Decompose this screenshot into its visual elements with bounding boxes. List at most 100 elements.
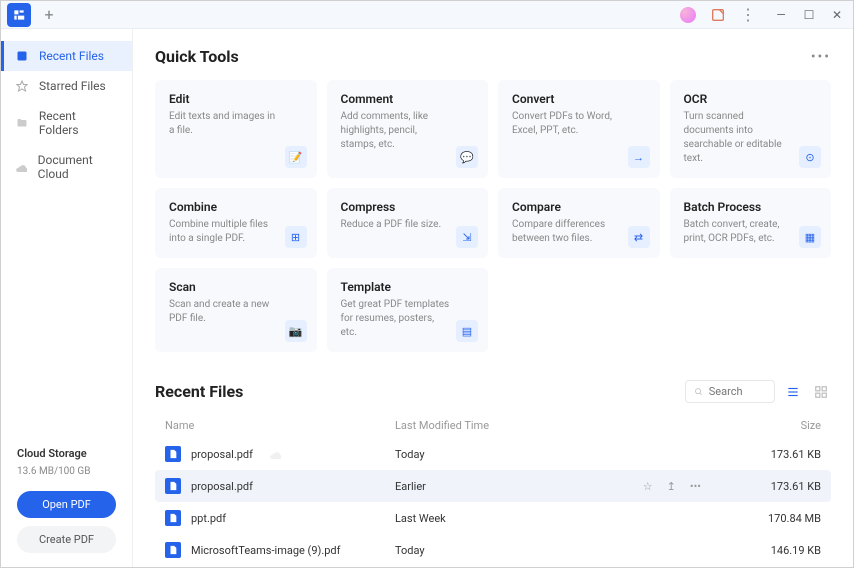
app-logo (7, 3, 31, 27)
file-row[interactable]: proposal.pdf Today 173.61 KB (155, 438, 831, 470)
more-action-icon[interactable]: ••• (690, 480, 701, 493)
cloud-sync-icon (269, 448, 281, 460)
tool-convert[interactable]: Convert Convert PDFs to Word, Excel, PPT… (498, 80, 660, 178)
star-icon (15, 79, 29, 93)
tool-desc: Edit texts and images in a file. (169, 110, 303, 138)
tool-desc: Reduce a PDF file size. (341, 218, 475, 232)
cloud-storage-usage: 13.6 MB/100 GB (17, 466, 116, 477)
tool-combine[interactable]: Combine Combine multiple files into a si… (155, 188, 317, 258)
grid-view-icon[interactable] (811, 382, 831, 402)
tool-desc: Compare differences between two files. (512, 218, 646, 246)
folder-icon (15, 116, 29, 130)
tool-desc: Get great PDF templates for resumes, pos… (341, 298, 475, 340)
tool-desc: Combine multiple files into a single PDF… (169, 218, 303, 246)
tool-desc: Convert PDFs to Word, Excel, PPT, etc. (512, 110, 646, 138)
list-view-icon[interactable] (783, 382, 803, 402)
tool-edit[interactable]: Edit Edit texts and images in a file. 📝 (155, 80, 317, 178)
sidebar-item-label: Recent Folders (39, 109, 118, 137)
sidebar-item-label: Document Cloud (38, 153, 118, 181)
file-time: Today (395, 448, 741, 461)
file-size: 170.84 MB (741, 512, 821, 525)
tool-title: Compress (341, 200, 475, 214)
tool-title: Edit (169, 92, 303, 106)
quick-tools-title: Quick Tools (155, 47, 239, 66)
tool-desc: Batch convert, create, print, OCR PDFs, … (684, 218, 818, 246)
row-actions: ☆ ↥ ••• (643, 480, 701, 493)
tool-desc: Scan and create a new PDF file. (169, 298, 303, 326)
header-size: Size (741, 419, 821, 432)
tool-icon: ▦ (799, 226, 821, 248)
tool-comment[interactable]: Comment Add comments, like highlights, p… (327, 80, 489, 178)
upload-action-icon[interactable]: ↥ (667, 480, 676, 493)
main-content: Quick Tools ••• Edit Edit texts and imag… (133, 29, 853, 567)
new-tab-button[interactable]: + (37, 3, 61, 27)
file-name: proposal.pdf (191, 480, 253, 493)
tool-title: Batch Process (684, 200, 818, 214)
tool-title: Combine (169, 200, 303, 214)
search-box[interactable] (685, 380, 775, 403)
pdf-file-icon (165, 478, 181, 494)
quick-tools-more-icon[interactable]: ••• (811, 49, 831, 65)
file-row[interactable]: proposal.pdf Earlier ☆↥••• 173.61 KB (155, 470, 831, 502)
tool-icon: ⇄ (628, 226, 650, 248)
tool-title: OCR (684, 92, 818, 106)
kebab-menu-icon[interactable]: ⋮ (737, 4, 759, 26)
recent-icon (15, 49, 29, 63)
tool-title: Convert (512, 92, 646, 106)
cloud-storage-section: Cloud Storage 13.6 MB/100 GB Open PDF Cr… (1, 447, 132, 567)
tool-ocr[interactable]: OCR Turn scanned documents into searchab… (670, 80, 832, 178)
minimize-button[interactable]: — (767, 1, 795, 29)
tool-scan[interactable]: Scan Scan and create a new PDF file. 📷 (155, 268, 317, 352)
close-button[interactable]: ✕ (823, 1, 851, 29)
profile-badge-icon[interactable] (677, 4, 699, 26)
file-list: proposal.pdf Today 173.61 KB proposal.pd… (155, 438, 831, 567)
file-row[interactable]: science-copy.pdf Earlier 301.57 KB (155, 566, 831, 567)
pdf-file-icon (165, 446, 181, 462)
tool-title: Compare (512, 200, 646, 214)
search-icon (694, 386, 703, 397)
file-size: 146.19 KB (741, 544, 821, 557)
sidebar-item-recent-folders[interactable]: Recent Folders (1, 101, 132, 145)
search-input[interactable] (709, 385, 766, 398)
header-time: Last Modified Time (395, 419, 741, 432)
tools-grid: Edit Edit texts and images in a file. 📝C… (155, 80, 831, 352)
file-name: proposal.pdf (191, 448, 253, 461)
cloud-storage-title: Cloud Storage (17, 447, 116, 460)
sidebar: Recent Files Starred Files Recent Folder… (1, 29, 133, 567)
tool-compare[interactable]: Compare Compare differences between two … (498, 188, 660, 258)
star-action-icon[interactable]: ☆ (643, 480, 653, 493)
notification-icon[interactable] (707, 4, 729, 26)
file-row[interactable]: MicrosoftTeams-image (9).pdf Today 146.1… (155, 534, 831, 566)
maximize-button[interactable]: ☐ (795, 1, 823, 29)
sidebar-item-label: Recent Files (39, 49, 104, 63)
table-header: Name Last Modified Time Size (155, 413, 831, 438)
tool-template[interactable]: Template Get great PDF templates for res… (327, 268, 489, 352)
file-size: 173.61 KB (741, 448, 821, 461)
sidebar-item-starred-files[interactable]: Starred Files (1, 71, 132, 101)
open-pdf-button[interactable]: Open PDF (17, 491, 116, 518)
tool-icon: ⊞ (285, 226, 307, 248)
file-time: Last Week (395, 512, 741, 525)
file-time: Earlier (395, 480, 643, 493)
tool-icon: 📷 (285, 320, 307, 342)
file-name: MicrosoftTeams-image (9).pdf (191, 544, 340, 557)
tool-desc: Turn scanned documents into searchable o… (684, 110, 818, 166)
tool-icon: → (628, 146, 650, 168)
tool-icon: ⊙ (799, 146, 821, 168)
sidebar-item-recent-files[interactable]: Recent Files (1, 41, 132, 71)
file-time: Today (395, 544, 741, 557)
sidebar-item-document-cloud[interactable]: Document Cloud (1, 145, 132, 189)
tool-icon: ▤ (456, 320, 478, 342)
tool-icon: 💬 (456, 146, 478, 168)
titlebar: + ⋮ — ☐ ✕ (1, 1, 853, 29)
pdf-file-icon (165, 542, 181, 558)
tool-title: Comment (341, 92, 475, 106)
tool-desc: Add comments, like highlights, pencil, s… (341, 110, 475, 152)
tool-title: Template (341, 280, 475, 294)
tool-batch-process[interactable]: Batch Process Batch convert, create, pri… (670, 188, 832, 258)
tool-compress[interactable]: Compress Reduce a PDF file size. ⇲ (327, 188, 489, 258)
file-row[interactable]: ppt.pdf Last Week 170.84 MB (155, 502, 831, 534)
cloud-icon (15, 160, 28, 174)
file-name: ppt.pdf (191, 512, 226, 525)
create-pdf-button[interactable]: Create PDF (17, 526, 116, 553)
